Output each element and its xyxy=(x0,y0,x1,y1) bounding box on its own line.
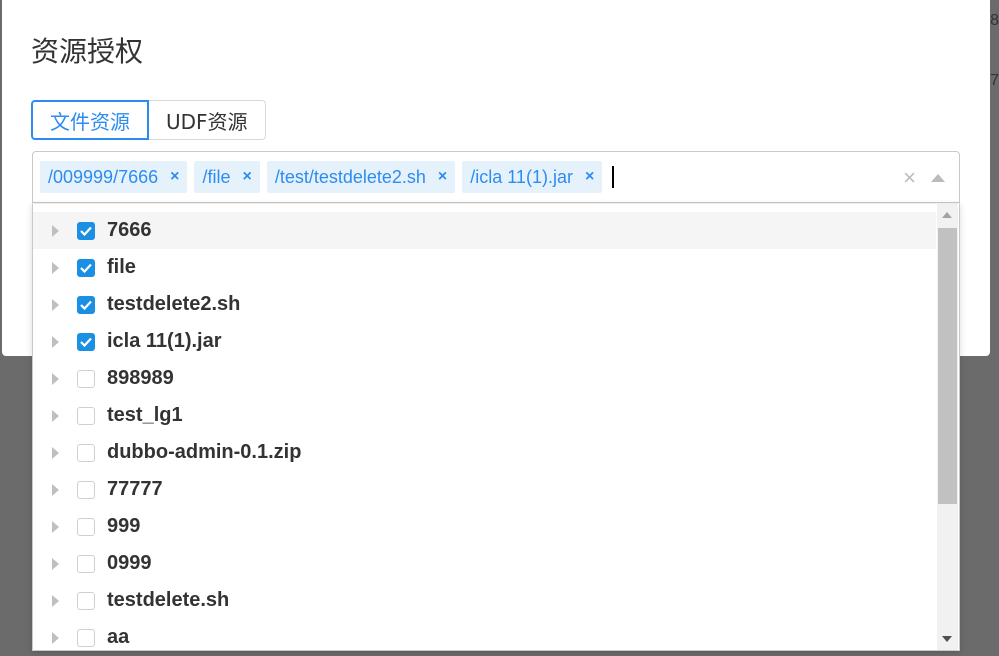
selected-tag: /009999/7666 × xyxy=(40,161,188,193)
scrollbar[interactable] xyxy=(937,204,958,650)
node-label[interactable]: 7666 xyxy=(107,219,152,242)
node-label[interactable]: icla 11(1).jar xyxy=(107,330,222,353)
caret-right-icon[interactable] xyxy=(52,520,59,533)
caret-right-icon[interactable] xyxy=(52,483,59,496)
node-label[interactable]: testdelete.sh xyxy=(107,589,229,612)
node-label[interactable]: 898989 xyxy=(107,367,174,390)
scroll-up-icon[interactable] xyxy=(942,212,952,218)
search-cursor[interactable] xyxy=(612,166,615,188)
selected-tag: /test/testdelete2.sh × xyxy=(266,161,456,193)
node-checkbox[interactable] xyxy=(77,258,95,277)
node-checkbox[interactable] xyxy=(77,517,95,536)
node-checkbox[interactable] xyxy=(77,406,95,425)
selected-tag-label: /file xyxy=(202,166,231,187)
modal-title: 资源授权 xyxy=(31,35,144,68)
node-label[interactable]: dubbo-admin-0.1.zip xyxy=(107,441,301,464)
node-label[interactable]: 0999 xyxy=(107,552,152,575)
caret-right-icon[interactable] xyxy=(52,335,59,348)
tree-node[interactable]: dubbo-admin-0.1.zip xyxy=(33,434,936,471)
node-label[interactable]: test_lg1 xyxy=(107,404,183,427)
tree-node[interactable]: 898989 xyxy=(33,360,936,397)
tree-node[interactable]: 999 xyxy=(33,508,936,545)
node-label[interactable]: 999 xyxy=(107,515,140,538)
node-checkbox[interactable] xyxy=(77,221,95,240)
arrow-up-icon[interactable] xyxy=(931,174,945,182)
resource-type-tabs: 文件资源 UDF资源 xyxy=(31,100,266,140)
selected-tag: /icla 11(1).jar × xyxy=(462,161,603,193)
tag-close-icon[interactable]: × xyxy=(242,168,251,186)
tab-file-resources[interactable]: 文件资源 xyxy=(31,100,149,140)
caret-right-icon[interactable] xyxy=(52,594,59,607)
node-checkbox[interactable] xyxy=(77,443,95,462)
node-label[interactable]: file xyxy=(107,256,136,279)
tree-dropdown: 7666 file testdelete2.sh icla 11(1).jar … xyxy=(32,203,960,651)
caret-right-icon[interactable] xyxy=(52,631,59,644)
tag-close-icon[interactable]: × xyxy=(170,168,179,186)
selected-tag-label: /icla 11(1).jar xyxy=(470,166,573,187)
scroll-thumb[interactable] xyxy=(938,228,957,504)
tag-close-icon[interactable]: × xyxy=(585,168,594,186)
tag-close-icon[interactable]: × xyxy=(438,168,447,186)
scroll-down-icon[interactable] xyxy=(942,636,952,642)
selected-tag-label: /009999/7666 xyxy=(48,166,159,187)
node-checkbox[interactable] xyxy=(77,369,95,388)
caret-right-icon[interactable] xyxy=(52,298,59,311)
tree-node[interactable]: test_lg1 xyxy=(33,397,936,434)
tree-node[interactable]: 7666 xyxy=(33,212,936,249)
caret-right-icon[interactable] xyxy=(52,261,59,274)
tree-node[interactable]: aa xyxy=(33,619,936,650)
caret-right-icon[interactable] xyxy=(52,372,59,385)
caret-right-icon[interactable] xyxy=(52,409,59,422)
node-checkbox[interactable] xyxy=(77,480,95,499)
tree-node[interactable]: testdelete.sh xyxy=(33,582,936,619)
tree-node[interactable]: icla 11(1).jar xyxy=(33,323,936,360)
caret-right-icon[interactable] xyxy=(52,557,59,570)
caret-right-icon[interactable] xyxy=(52,224,59,237)
clear-icon[interactable]: × xyxy=(903,165,916,191)
tree-node[interactable]: testdelete2.sh xyxy=(33,286,936,323)
background-text: 7 xyxy=(990,72,999,89)
node-label[interactable]: aa xyxy=(107,626,129,649)
node-checkbox[interactable] xyxy=(77,295,95,314)
node-checkbox[interactable] xyxy=(77,628,95,647)
tree-node[interactable]: 77777 xyxy=(33,471,936,508)
tree-node[interactable]: file xyxy=(33,249,936,286)
node-checkbox[interactable] xyxy=(77,332,95,351)
resource-tree-select[interactable]: /009999/7666 × /file × /test/testdelete2… xyxy=(32,151,960,203)
node-label[interactable]: 77777 xyxy=(107,478,163,501)
tree-node[interactable]: 0999 xyxy=(33,545,936,582)
node-label[interactable]: testdelete2.sh xyxy=(107,293,240,316)
caret-right-icon[interactable] xyxy=(52,446,59,459)
tree-list: 7666 file testdelete2.sh icla 11(1).jar … xyxy=(33,212,936,650)
selected-tag-label: /test/testdelete2.sh xyxy=(274,166,426,187)
selected-tag: /file × xyxy=(194,161,260,193)
tab-udf-resources[interactable]: UDF资源 xyxy=(149,100,266,140)
node-checkbox[interactable] xyxy=(77,554,95,573)
background-text: 8 xyxy=(990,12,999,29)
node-checkbox[interactable] xyxy=(77,591,95,610)
